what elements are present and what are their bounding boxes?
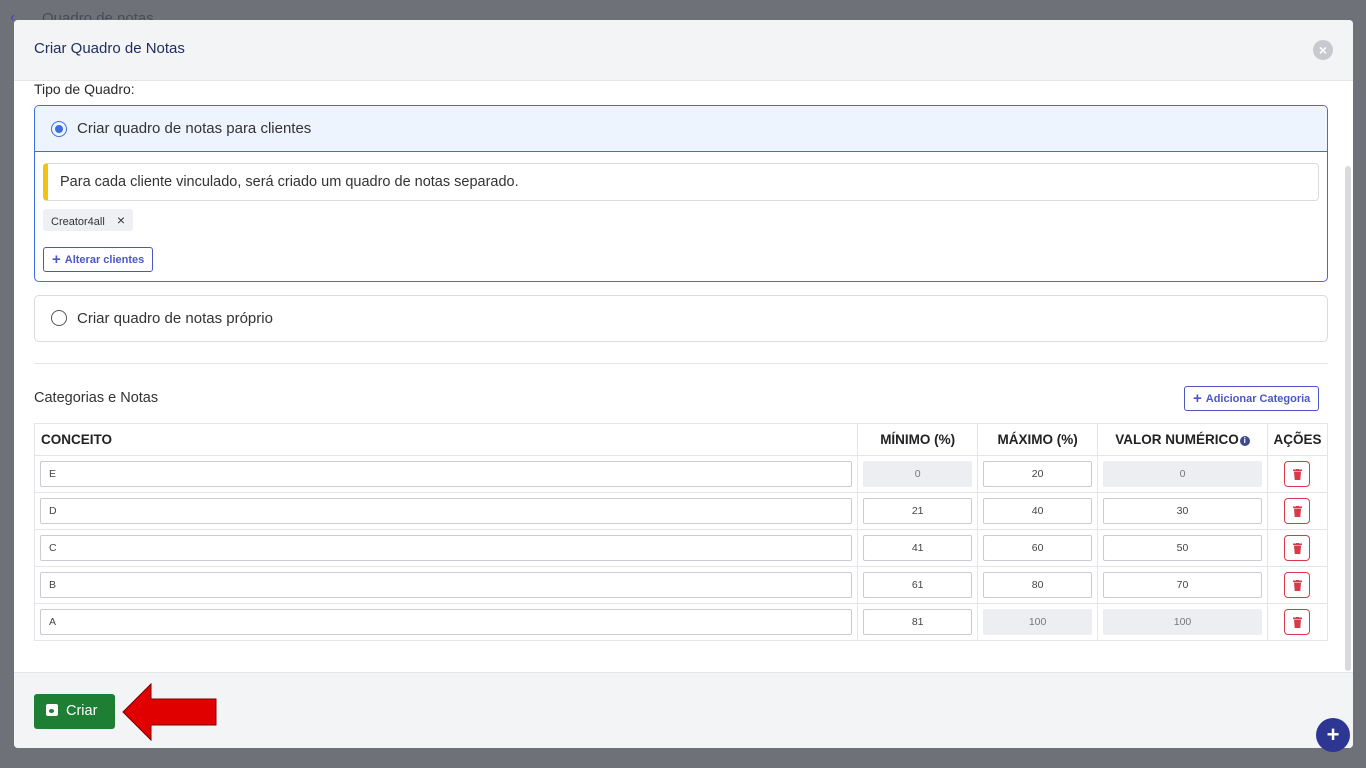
create-button-label: Criar: [66, 703, 98, 719]
trash-icon: [1293, 506, 1303, 517]
delete-button[interactable]: [1284, 535, 1311, 561]
option-own-radio[interactable]: [51, 310, 67, 326]
create-button[interactable]: Criar: [34, 694, 115, 729]
remove-chip-icon[interactable]: ×: [117, 212, 125, 228]
add-category-label: Adicionar Categoria: [1205, 393, 1311, 405]
concept-input[interactable]: B: [40, 572, 853, 598]
table-row: E 0 20 0: [33, 455, 1329, 493]
floating-add-button[interactable]: +: [1316, 718, 1350, 752]
max-input: 100: [983, 609, 1093, 635]
save-icon: [46, 704, 58, 716]
max-input[interactable]: 20: [983, 461, 1093, 487]
client-chip: Creator4all ×: [43, 209, 133, 231]
categories-title: Categorias e Notas: [34, 390, 159, 406]
delete-button[interactable]: [1284, 461, 1311, 487]
alter-clients-button[interactable]: + Alterar clientes: [43, 247, 154, 272]
table-row: A 81 100 100: [33, 603, 1329, 641]
option-clients-card[interactable]: Criar quadro de notas para clientes Para…: [34, 105, 1328, 282]
section-divider: [34, 363, 1328, 364]
board-type-label: Tipo de Quadro:: [34, 81, 135, 97]
option-own-card[interactable]: Criar quadro de notas próprio: [34, 295, 1328, 342]
info-alert-text: Para cada cliente vinculado, será criado…: [60, 174, 519, 190]
min-input[interactable]: 61: [863, 572, 973, 598]
min-input[interactable]: 41: [863, 535, 973, 561]
scrollbar[interactable]: [1345, 166, 1351, 671]
value-input: 0: [1103, 461, 1262, 487]
option-clients-label: Criar quadro de notas para clientes: [77, 120, 312, 137]
header-actions: AÇÕES: [1266, 423, 1329, 456]
header-concept: CONCEITO: [33, 423, 859, 456]
concept-input[interactable]: D: [40, 498, 853, 524]
max-input[interactable]: 60: [983, 535, 1093, 561]
client-chip-label: Creator4all: [51, 216, 105, 228]
option-clients-header[interactable]: Criar quadro de notas para clientes: [35, 106, 1327, 152]
concept-input[interactable]: E: [40, 461, 853, 487]
value-input: 100: [1103, 609, 1262, 635]
header-max: MÁXIMO (%): [977, 423, 1099, 456]
trash-icon: [1293, 617, 1303, 628]
option-clients-radio[interactable]: [51, 121, 67, 137]
modal-body: Tipo de Quadro: Criar quadro de notas pa…: [14, 81, 1353, 673]
value-input[interactable]: 50: [1103, 535, 1262, 561]
trash-icon: [1293, 580, 1303, 591]
trash-icon: [1293, 469, 1303, 480]
plus-icon: +: [52, 251, 61, 268]
alter-clients-label: Alterar clientes: [64, 254, 145, 266]
table-header-row: CONCEITO MÍNIMO (%) MÁXIMO (%) VALOR NUM…: [33, 423, 1329, 456]
delete-button[interactable]: [1284, 572, 1311, 598]
header-value-text: VALOR NUMÉRICO: [1115, 432, 1239, 447]
modal-title: Criar Quadro de Notas: [34, 40, 185, 57]
delete-button[interactable]: [1284, 498, 1311, 524]
table-row: D 21 40 30: [33, 492, 1329, 530]
min-input[interactable]: 81: [863, 609, 973, 635]
grades-table: CONCEITO MÍNIMO (%) MÁXIMO (%) VALOR NUM…: [33, 423, 1329, 641]
max-input[interactable]: 80: [983, 572, 1093, 598]
header-min: MÍNIMO (%): [857, 423, 979, 456]
min-input: 0: [863, 461, 973, 487]
background-title-text: Quadro de notas: [42, 10, 154, 20]
annotation-arrow-icon: [122, 683, 217, 741]
add-category-button[interactable]: + Adicionar Categoria: [1184, 386, 1320, 411]
create-grade-board-modal: Criar Quadro de Notas × Tipo de Quadro: …: [14, 20, 1353, 748]
table-row: B 61 80 70: [33, 566, 1329, 604]
info-alert: Para cada cliente vinculado, será criado…: [43, 163, 1319, 201]
plus-icon: +: [1193, 390, 1202, 407]
close-icon[interactable]: ×: [1313, 40, 1333, 60]
value-input[interactable]: 30: [1103, 498, 1262, 524]
delete-button[interactable]: [1284, 609, 1311, 635]
table-row: C 41 60 50: [33, 529, 1329, 567]
concept-input[interactable]: A: [40, 609, 853, 635]
value-input[interactable]: 70: [1103, 572, 1262, 598]
max-input[interactable]: 40: [983, 498, 1093, 524]
back-arrow-icon[interactable]: ‹: [10, 9, 15, 20]
min-input[interactable]: 21: [863, 498, 973, 524]
background-page-title: ‹ Quadro de notas: [0, 0, 400, 20]
header-value: VALOR NUMÉRICO i: [1097, 423, 1268, 456]
option-own-label: Criar quadro de notas próprio: [77, 310, 273, 327]
info-icon[interactable]: i: [1239, 436, 1250, 446]
concept-input[interactable]: C: [40, 535, 853, 561]
modal-header: Criar Quadro de Notas ×: [14, 20, 1353, 81]
trash-icon: [1293, 543, 1303, 554]
